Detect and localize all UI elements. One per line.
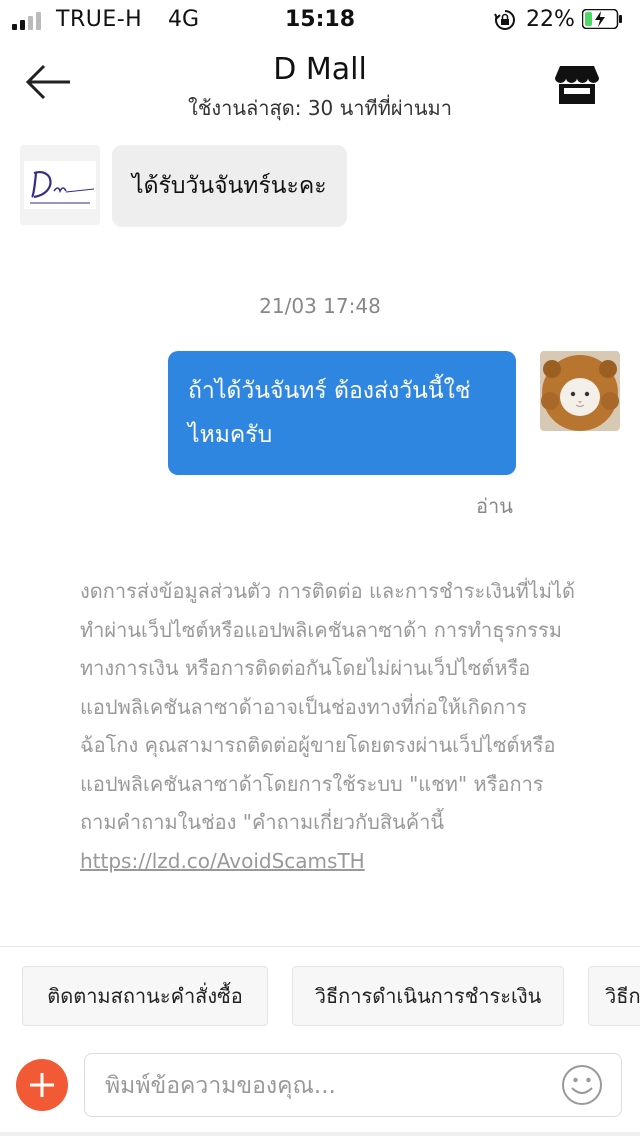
battery-percent: 22%	[526, 7, 575, 32]
orientation-lock-icon	[494, 10, 515, 30]
emoji-icon[interactable]	[561, 1064, 603, 1106]
cat-lion-avatar-icon	[540, 351, 620, 431]
read-status: อ่าน	[476, 494, 513, 518]
quick-replies: ติดตามสถานะคำสั่งซื้อ วิธีการดำเนินการชำ…	[0, 966, 640, 1028]
plus-icon	[30, 1073, 54, 1097]
page-title: D Mall	[273, 52, 367, 87]
message-input[interactable]	[103, 1054, 547, 1118]
chat-header: D Mall ใช้งานล่าสุด: 30 นาทีที่ผ่านมา	[0, 40, 640, 130]
shop-avatar[interactable]	[20, 145, 100, 225]
bottom-bar	[0, 1132, 640, 1136]
last-active-status: ใช้งานล่าสุด: 30 นาทีที่ผ่านมา	[188, 96, 452, 120]
outgoing-message[interactable]: ถ้าได้วันจันทร์ ต้องส่งวันนี้ใช่ไหมครับ	[168, 351, 516, 475]
message-timestamp: 21/03 17:48	[259, 294, 381, 318]
divider	[0, 946, 640, 947]
user-avatar[interactable]	[540, 351, 620, 431]
shop-logo-icon	[20, 145, 100, 225]
message-input-box	[84, 1053, 622, 1118]
store-icon[interactable]	[554, 64, 600, 106]
avoid-scams-link[interactable]: https://lzd.co/AvoidScamsTH	[80, 849, 365, 873]
add-attachment-button[interactable]	[16, 1059, 68, 1111]
quick-reply-payment-method[interactable]: วิธีการดำเนินการชำระเงิน	[292, 966, 564, 1026]
quick-reply-track-order[interactable]: ติดตามสถานะคำสั่งซื้อ	[22, 966, 268, 1026]
scam-disclaimer: งดการส่งข้อมูลส่วนตัว การติดต่อ และการชำ…	[80, 572, 580, 880]
status-bar: TRUE-H 4G 15:18 22%	[0, 0, 640, 40]
incoming-message[interactable]: ได้รับวันจันทร์นะคะ	[112, 145, 347, 227]
battery-charging-icon	[582, 9, 622, 29]
quick-reply-more[interactable]: วิธีก	[588, 966, 640, 1026]
disclaimer-text: งดการส่งข้อมูลส่วนตัว การติดต่อ และการชำ…	[80, 579, 576, 834]
